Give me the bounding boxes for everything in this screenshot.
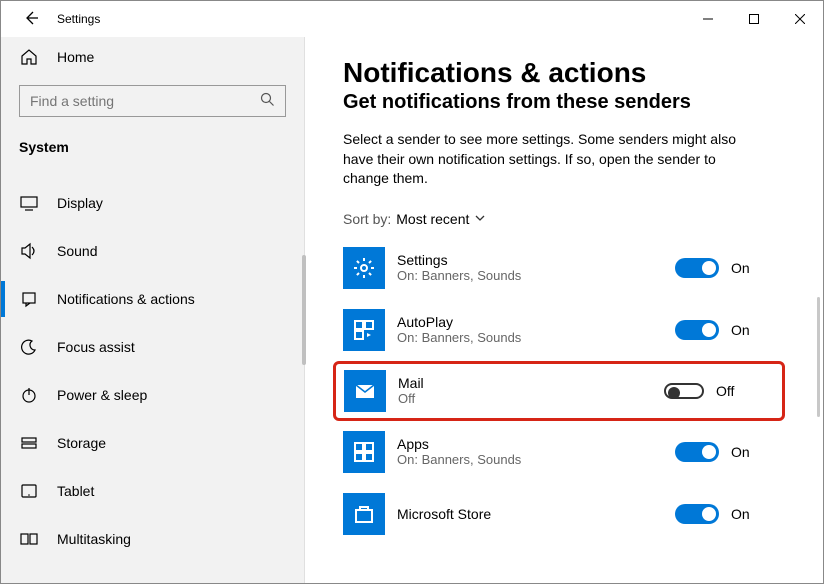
sender-app-icon [343, 309, 385, 351]
sender-name: Microsoft Store [397, 506, 675, 522]
sidebar-item-focus-assist[interactable]: Focus assist [1, 323, 304, 371]
section-label: System [1, 127, 304, 169]
toggle-switch[interactable] [664, 383, 704, 399]
home-label: Home [57, 49, 94, 65]
toggle-switch[interactable] [675, 442, 719, 462]
sender-text: Microsoft Store [397, 506, 675, 522]
page-description: Select a sender to see more settings. So… [343, 130, 763, 189]
sender-list: Settings On: Banners, Sounds On AutoPlay… [343, 237, 785, 545]
sender-text: AutoPlay On: Banners, Sounds [397, 314, 675, 345]
sender-row[interactable]: Mail Off Off [333, 361, 785, 421]
sender-name: AutoPlay [397, 314, 675, 330]
sidebar-item-label: Multitasking [57, 531, 131, 547]
minimize-button[interactable] [685, 4, 731, 34]
sidebar-item-storage[interactable]: Storage [1, 419, 304, 467]
toggle-state-label: On [731, 322, 750, 338]
sender-row[interactable]: Settings On: Banners, Sounds On [343, 237, 785, 299]
sender-row[interactable]: AutoPlay On: Banners, Sounds On [343, 299, 785, 361]
sidebar-item-label: Storage [57, 435, 106, 451]
sidebar-item-label: Focus assist [57, 339, 135, 355]
sort-by-button[interactable]: Sort by: Most recent [343, 211, 785, 227]
storage-icon [19, 434, 39, 452]
sidebar-item-label: Power & sleep [57, 387, 147, 403]
sound-icon [19, 242, 39, 260]
home-icon [19, 48, 39, 66]
main: Home System Display Sound Notification [1, 37, 823, 583]
search-field[interactable] [30, 93, 260, 109]
page-title: Notifications & actions [343, 57, 785, 89]
sender-name: Mail [398, 375, 664, 391]
sender-text: Settings On: Banners, Sounds [397, 252, 675, 283]
sender-app-icon [343, 493, 385, 535]
sort-label: Sort by: [343, 211, 391, 227]
chevron-down-icon [474, 211, 486, 227]
toggle-state-label: On [731, 260, 750, 276]
sender-status: On: Banners, Sounds [397, 452, 675, 467]
sidebar-item-tablet[interactable]: Tablet [1, 467, 304, 515]
page-subtitle: Get notifications from these senders [343, 91, 785, 114]
close-button[interactable] [777, 4, 823, 34]
sidebar-item-label: Display [57, 195, 103, 211]
sender-status: Off [398, 391, 664, 406]
display-icon [19, 194, 39, 212]
focus-assist-icon [19, 338, 39, 356]
sender-text: Mail Off [398, 375, 664, 406]
sidebar-item-notifications[interactable]: Notifications & actions [1, 275, 304, 323]
toggle-switch[interactable] [675, 504, 719, 524]
sidebar-item-label: Sound [57, 243, 97, 259]
sidebar-item-label: Tablet [57, 483, 94, 499]
toggle-switch[interactable] [675, 320, 719, 340]
sidebar: Home System Display Sound Notification [1, 37, 305, 583]
sender-name: Apps [397, 436, 675, 452]
multitasking-icon [19, 530, 39, 548]
maximize-button[interactable] [731, 4, 777, 34]
toggle-state-label: Off [716, 383, 734, 399]
toggle-switch[interactable] [675, 258, 719, 278]
sender-row[interactable]: Apps On: Banners, Sounds On [343, 421, 785, 483]
sender-app-icon [344, 370, 386, 412]
notifications-icon [19, 290, 39, 308]
power-sleep-icon [19, 386, 39, 404]
search-icon [260, 92, 275, 110]
sort-value: Most recent [396, 211, 469, 227]
sender-app-icon [343, 431, 385, 473]
sidebar-item-multitasking[interactable]: Multitasking [1, 515, 304, 563]
sender-text: Apps On: Banners, Sounds [397, 436, 675, 467]
sidebar-item-label: Notifications & actions [57, 291, 195, 307]
content: Notifications & actions Get notification… [305, 37, 823, 583]
search-input[interactable] [19, 85, 286, 117]
titlebar: Settings [1, 1, 823, 37]
sender-app-icon [343, 247, 385, 289]
toggle-state-label: On [731, 506, 750, 522]
sender-name: Settings [397, 252, 675, 268]
sidebar-item-power-sleep[interactable]: Power & sleep [1, 371, 304, 419]
sender-status: On: Banners, Sounds [397, 268, 675, 283]
back-icon[interactable] [23, 10, 39, 29]
sidebar-item-sound[interactable]: Sound [1, 227, 304, 275]
sender-status: On: Banners, Sounds [397, 330, 675, 345]
sidebar-item-display[interactable]: Display [1, 179, 304, 227]
window-controls [685, 4, 823, 34]
home-button[interactable]: Home [1, 37, 304, 77]
sender-row[interactable]: Microsoft Store On [343, 483, 785, 545]
tablet-icon [19, 482, 39, 500]
toggle-state-label: On [731, 444, 750, 460]
window-title: Settings [57, 12, 100, 26]
